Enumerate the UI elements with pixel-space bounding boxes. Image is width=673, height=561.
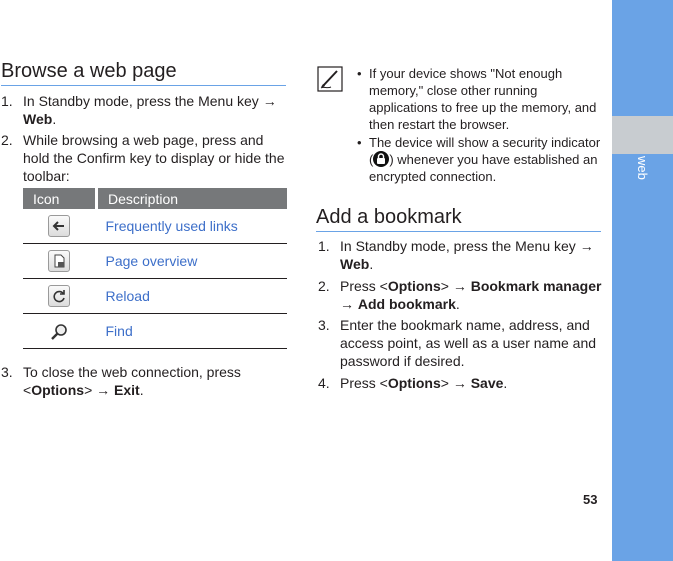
step-text: > → xyxy=(440,375,471,391)
reload-icon xyxy=(48,285,70,307)
chapter-sidebar: web xyxy=(612,0,673,561)
step-number: 2. xyxy=(1,132,13,148)
note-text: ) whenever you have established an encry… xyxy=(369,152,598,184)
step-text: While browsing a web page, press and hol… xyxy=(23,132,285,184)
step-keyword: Exit xyxy=(114,382,140,398)
table-row: Find xyxy=(23,313,287,349)
step-number: 3. xyxy=(1,364,13,380)
bookmark-step-4: 4. Press <Options> → Save. xyxy=(318,374,608,392)
step-number: 1. xyxy=(318,238,330,254)
table-header-description: Description xyxy=(95,188,287,209)
bullet: • xyxy=(357,135,362,150)
back-arrow-icon xyxy=(48,215,70,237)
table-header-icon: Icon xyxy=(23,188,97,209)
step-text: → xyxy=(340,296,358,312)
step-text: In Standby mode, press the Menu key → xyxy=(340,238,594,254)
step-text: > → xyxy=(84,382,115,398)
step-text: . xyxy=(455,296,460,312)
table-cell-description: Page overview xyxy=(96,243,287,279)
browse-step-1: 1. In Standby mode, press the Menu key →… xyxy=(1,92,286,128)
step-keyword: Options xyxy=(387,278,441,294)
bookmark-step-1: 1. In Standby mode, press the Menu key →… xyxy=(318,237,608,273)
section-title-browse: Browse a web page xyxy=(1,59,286,86)
table-cell-description: Reload xyxy=(96,278,287,314)
step-number: 4. xyxy=(318,375,330,391)
step-text: . xyxy=(503,375,508,391)
page-icon xyxy=(48,250,70,272)
sidebar-band xyxy=(612,116,673,154)
step-keyword: Web xyxy=(23,111,53,127)
step-text: . xyxy=(369,256,374,272)
step-keyword: Web xyxy=(340,256,370,272)
section-title-bookmark: Add a bookmark xyxy=(316,205,601,232)
step-text: Press < xyxy=(340,278,388,294)
step-text: . xyxy=(52,111,57,127)
step-keyword: Save xyxy=(470,375,504,391)
lock-icon xyxy=(373,151,390,167)
note-item-security: • The device will show a security indica… xyxy=(357,134,605,185)
step-number: 1. xyxy=(1,93,13,109)
step-number: 2. xyxy=(318,278,330,294)
toolbar-icon-table: Icon Description Frequently used links P… xyxy=(23,188,287,349)
step-number: 3. xyxy=(318,317,330,333)
table-cell-description: Frequently used links xyxy=(96,209,287,244)
step-keyword: Options xyxy=(387,375,441,391)
table-row: Frequently used links xyxy=(23,209,287,244)
step-text: Press < xyxy=(340,375,388,391)
step-text: Enter the bookmark name, address, and ac… xyxy=(340,317,597,369)
bookmark-step-3: 3. Enter the bookmark name, address, and… xyxy=(318,316,608,370)
note-text: If your device shows "Not enough memory,… xyxy=(369,66,597,132)
chapter-label: web xyxy=(635,156,650,180)
pen-note-icon xyxy=(317,66,343,97)
step-keyword: Options xyxy=(31,382,85,398)
step-text: > → xyxy=(440,278,471,294)
step-text: . xyxy=(139,382,144,398)
table-row: Page overview xyxy=(23,243,287,279)
magnifier-icon xyxy=(48,321,68,341)
browse-step-2: 2. While browsing a web page, press and … xyxy=(1,131,286,185)
step-keyword: Add bookmark xyxy=(357,296,456,312)
bookmark-step-2: 2. Press <Options> → Bookmark manager → … xyxy=(318,277,608,313)
table-row: Reload xyxy=(23,278,287,314)
browse-step-3: 3. To close the web connection, press <O… xyxy=(1,363,286,399)
step-keyword: Bookmark manager xyxy=(470,278,602,294)
bullet: • xyxy=(357,66,362,81)
page-number: 53 xyxy=(583,492,598,507)
step-text: In Standby mode, press the Menu key → xyxy=(23,93,277,109)
note-item-memory: • If your device shows "Not enough memor… xyxy=(357,65,605,133)
table-cell-description: Find xyxy=(96,313,287,349)
